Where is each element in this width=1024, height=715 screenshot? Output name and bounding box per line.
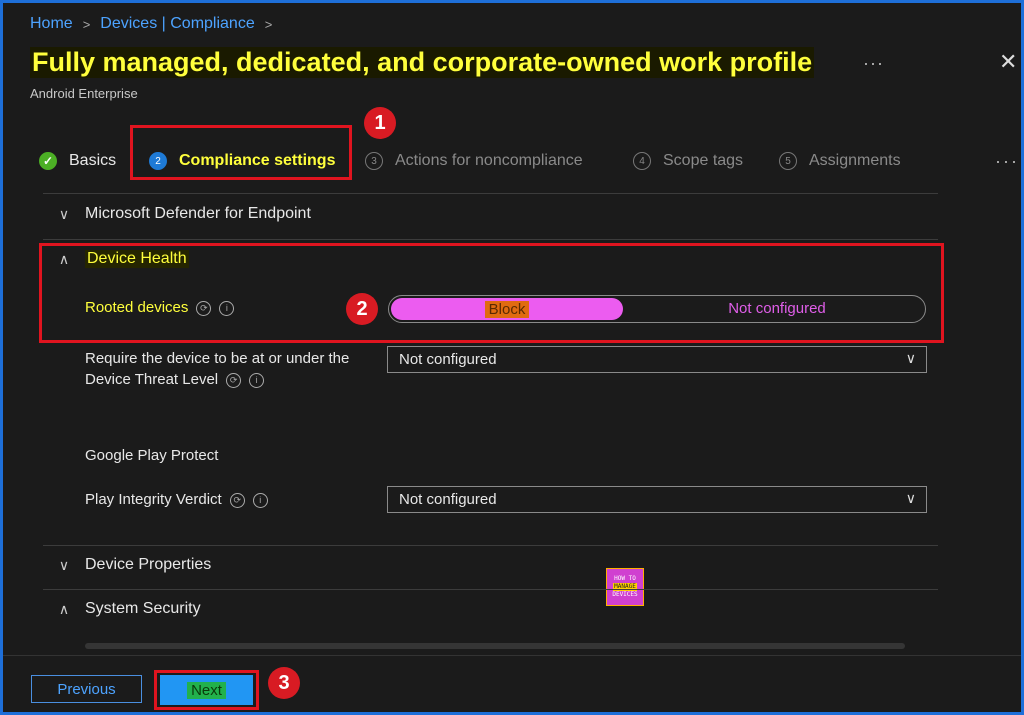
chevron-down-icon: ∨ [58,205,70,222]
threat-level-select[interactable]: Not configured ∨ [387,346,927,373]
info-icon[interactable]: i [249,372,265,388]
google-play-protect-heading: Google Play Protect [85,447,219,464]
breadcrumb: Home > Devices | Compliance > [30,15,272,33]
select-value: Not configured [399,491,497,508]
sync-icon: ⟳ [226,372,242,388]
breadcrumb-devices-link[interactable]: Devices | Compliance [100,15,254,33]
section-label: Device Properties [85,556,212,573]
tab-scope-tags[interactable]: 4 Scope tags [633,143,743,179]
page-subtitle: Android Enterprise [30,86,138,101]
tab-label: Actions for noncompliance [395,152,583,169]
divider [43,193,938,194]
tabs-overflow-icon[interactable]: ··· [995,151,1019,172]
annotation-box-3 [154,670,259,710]
step-number-icon: 5 [779,152,797,170]
section-device-properties[interactable]: ∨ Device Properties [55,556,211,574]
chevron-right-icon: > [264,16,273,32]
clipped-description-text [85,643,905,649]
play-integrity-label: Play Integrity Verdict ⟳ i [85,489,268,510]
field-label-text: Device Threat Level [85,371,219,388]
tab-label: Assignments [809,152,901,169]
divider [43,545,938,546]
howtomanagedevices-logo: HOW TO MANAGE DEVICES [606,568,644,606]
section-system-security[interactable]: ∧ System Security [55,600,201,618]
checkmark-icon: ✓ [39,152,57,170]
divider [43,239,938,240]
more-options-icon[interactable]: ··· [863,53,884,74]
annotation-badge-1: 1 [364,107,396,139]
info-icon[interactable]: i [252,492,268,508]
close-icon[interactable]: ✕ [999,49,1017,75]
annotation-box-1 [130,125,352,180]
chevron-up-icon: ∧ [58,600,70,617]
select-value: Not configured [399,351,497,368]
threat-level-label: Require the device to be at or under the… [85,348,349,390]
divider [43,589,938,590]
section-defender-for-endpoint[interactable]: ∨ Microsoft Defender for Endpoint [55,205,311,223]
previous-button[interactable]: Previous [31,675,142,703]
tab-basics[interactable]: ✓ Basics [39,143,116,179]
step-number-icon: 3 [365,152,383,170]
play-integrity-select[interactable]: Not configured ∨ [387,486,927,513]
sync-icon: ⟳ [229,492,245,508]
tab-label: Scope tags [663,152,744,169]
section-label: Microsoft Defender for Endpoint [85,205,311,222]
page-title: Fully managed, dedicated, and corporate-… [30,47,815,78]
tab-label: Basics [69,152,117,169]
tab-assignments[interactable]: 5 Assignments [779,143,901,179]
logo-text: HOW TO [614,575,636,582]
chevron-right-icon: > [82,16,91,32]
field-label-text: Play Integrity Verdict [85,491,222,508]
section-label: System Security [85,600,201,617]
field-label-text: Require the device to be at or under the [85,350,350,367]
step-number-icon: 4 [633,152,651,170]
chevron-down-icon: ∨ [905,490,916,506]
annotation-badge-3: 3 [268,667,300,699]
annotation-badge-2: 2 [346,293,378,325]
logo-text: DEVICES [612,591,638,598]
breadcrumb-home-link[interactable]: Home [30,15,73,33]
chevron-down-icon: ∨ [58,556,70,573]
tab-actions-for-noncompliance[interactable]: 3 Actions for noncompliance [365,143,583,179]
window-frame: Home > Devices | Compliance > Fully mana… [0,0,1024,715]
annotation-box-2 [39,243,944,343]
chevron-down-icon: ∨ [905,350,916,366]
